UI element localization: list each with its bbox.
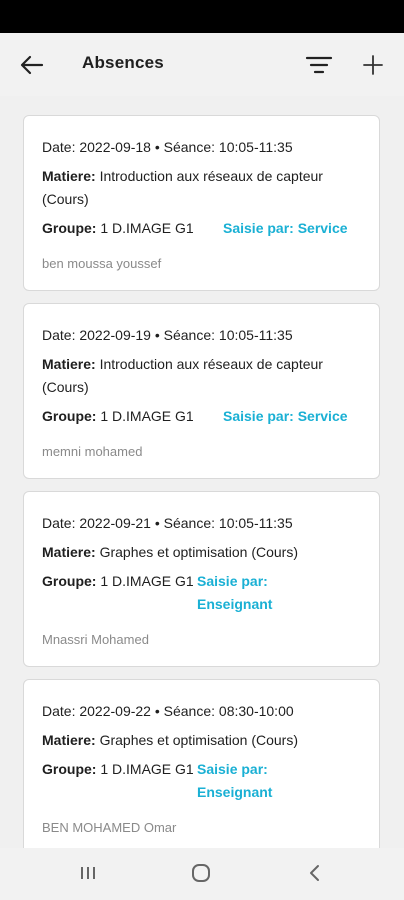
groupe-value: 1 D.IMAGE G1 — [96, 220, 194, 236]
saisie-par: Saisie par: Service — [223, 408, 348, 424]
back-button[interactable] — [18, 53, 46, 77]
status-bar — [0, 0, 404, 33]
matiere-label: Matiere: — [42, 732, 96, 748]
groupe-value: 1 D.IMAGE G1 — [96, 761, 194, 777]
student-name: memni mohamed — [42, 444, 143, 459]
date-seance: Date: 2022-09-19 • Séance: 10:05-11:35 — [42, 327, 293, 343]
arrow-left-icon — [20, 55, 44, 75]
saisie-par: Saisie par: Enseignant — [197, 761, 273, 800]
absence-card[interactable]: Date: 2022-09-22 • Séance: 08:30-10:00 M… — [23, 679, 380, 848]
groupe-label: Groupe: — [42, 220, 97, 236]
student-name: BEN MOHAMED Omar — [42, 820, 177, 835]
nav-back-icon — [310, 865, 319, 881]
groupe-row: Groupe: 1 D.IMAGE G1 Saisie par: Enseign… — [42, 570, 361, 616]
matiere-value: Graphes et optimisation (Cours) — [95, 732, 298, 748]
student-name: Mnassri Mohamed — [42, 632, 149, 647]
groupe-label: Groupe: — [42, 573, 97, 589]
home-icon — [192, 864, 210, 882]
nav-back-button[interactable] — [305, 862, 325, 889]
groupe-value: 1 D.IMAGE G1 — [96, 408, 194, 424]
groupe: Groupe: 1 D.IMAGE G1 — [42, 217, 223, 240]
matiere: Matiere: Graphes et optimisation (Cours) — [42, 541, 361, 564]
date-seance: Date: 2022-09-22 • Séance: 08:30-10:00 — [42, 703, 294, 719]
matiere: Matiere: Introduction aux réseaux de cap… — [42, 165, 361, 211]
absence-card[interactable]: Date: 2022-09-19 • Séance: 10:05-11:35 M… — [23, 303, 380, 479]
student-name: ben moussa youssef — [42, 256, 162, 271]
groupe: Groupe: 1 D.IMAGE G1 — [42, 405, 223, 428]
add-absence-button[interactable] — [360, 52, 386, 78]
groupe: Groupe: 1 D.IMAGE G1 — [42, 570, 197, 616]
date-seance: Date: 2022-09-18 • Séance: 10:05-11:35 — [42, 139, 293, 155]
absence-card[interactable]: Date: 2022-09-21 • Séance: 10:05-11:35 M… — [23, 491, 380, 667]
filter-icon — [305, 56, 333, 74]
groupe: Groupe: 1 D.IMAGE G1 — [42, 758, 197, 804]
page-title: Absences — [82, 53, 164, 72]
matiere-label: Matiere: — [42, 544, 96, 560]
home-button[interactable] — [190, 862, 212, 889]
recent-apps-icon — [81, 867, 95, 879]
date-seance: Date: 2022-09-21 • Séance: 10:05-11:35 — [42, 515, 293, 531]
groupe-label: Groupe: — [42, 408, 97, 424]
matiere-label: Matiere: — [42, 356, 96, 372]
plus-icon — [363, 55, 383, 75]
saisie-par: Saisie par: Enseignant — [197, 573, 273, 612]
app-bar: Absences — [0, 33, 404, 96]
groupe-value: 1 D.IMAGE G1 — [96, 573, 194, 589]
matiere: Matiere: Graphes et optimisation (Cours) — [42, 729, 361, 752]
matiere: Matiere: Introduction aux réseaux de cap… — [42, 353, 361, 399]
saisie-par: Saisie par: Service — [223, 220, 348, 236]
groupe-row: Groupe: 1 D.IMAGE G1 Saisie par: Enseign… — [42, 758, 361, 804]
matiere-value: Graphes et optimisation (Cours) — [95, 544, 298, 560]
absences-list[interactable]: Date: 2022-09-18 • Séance: 10:05-11:35 M… — [0, 96, 404, 848]
matiere-label: Matiere: — [42, 168, 96, 184]
recent-apps-button[interactable] — [78, 862, 98, 889]
absence-card[interactable]: Date: 2022-09-18 • Séance: 10:05-11:35 M… — [23, 115, 380, 291]
groupe-row: Groupe: 1 D.IMAGE G1 Saisie par: Service — [42, 405, 361, 428]
system-nav-bar — [0, 848, 404, 900]
filter-button[interactable] — [305, 54, 333, 76]
groupe-row: Groupe: 1 D.IMAGE G1 Saisie par: Service — [42, 217, 361, 240]
groupe-label: Groupe: — [42, 761, 97, 777]
